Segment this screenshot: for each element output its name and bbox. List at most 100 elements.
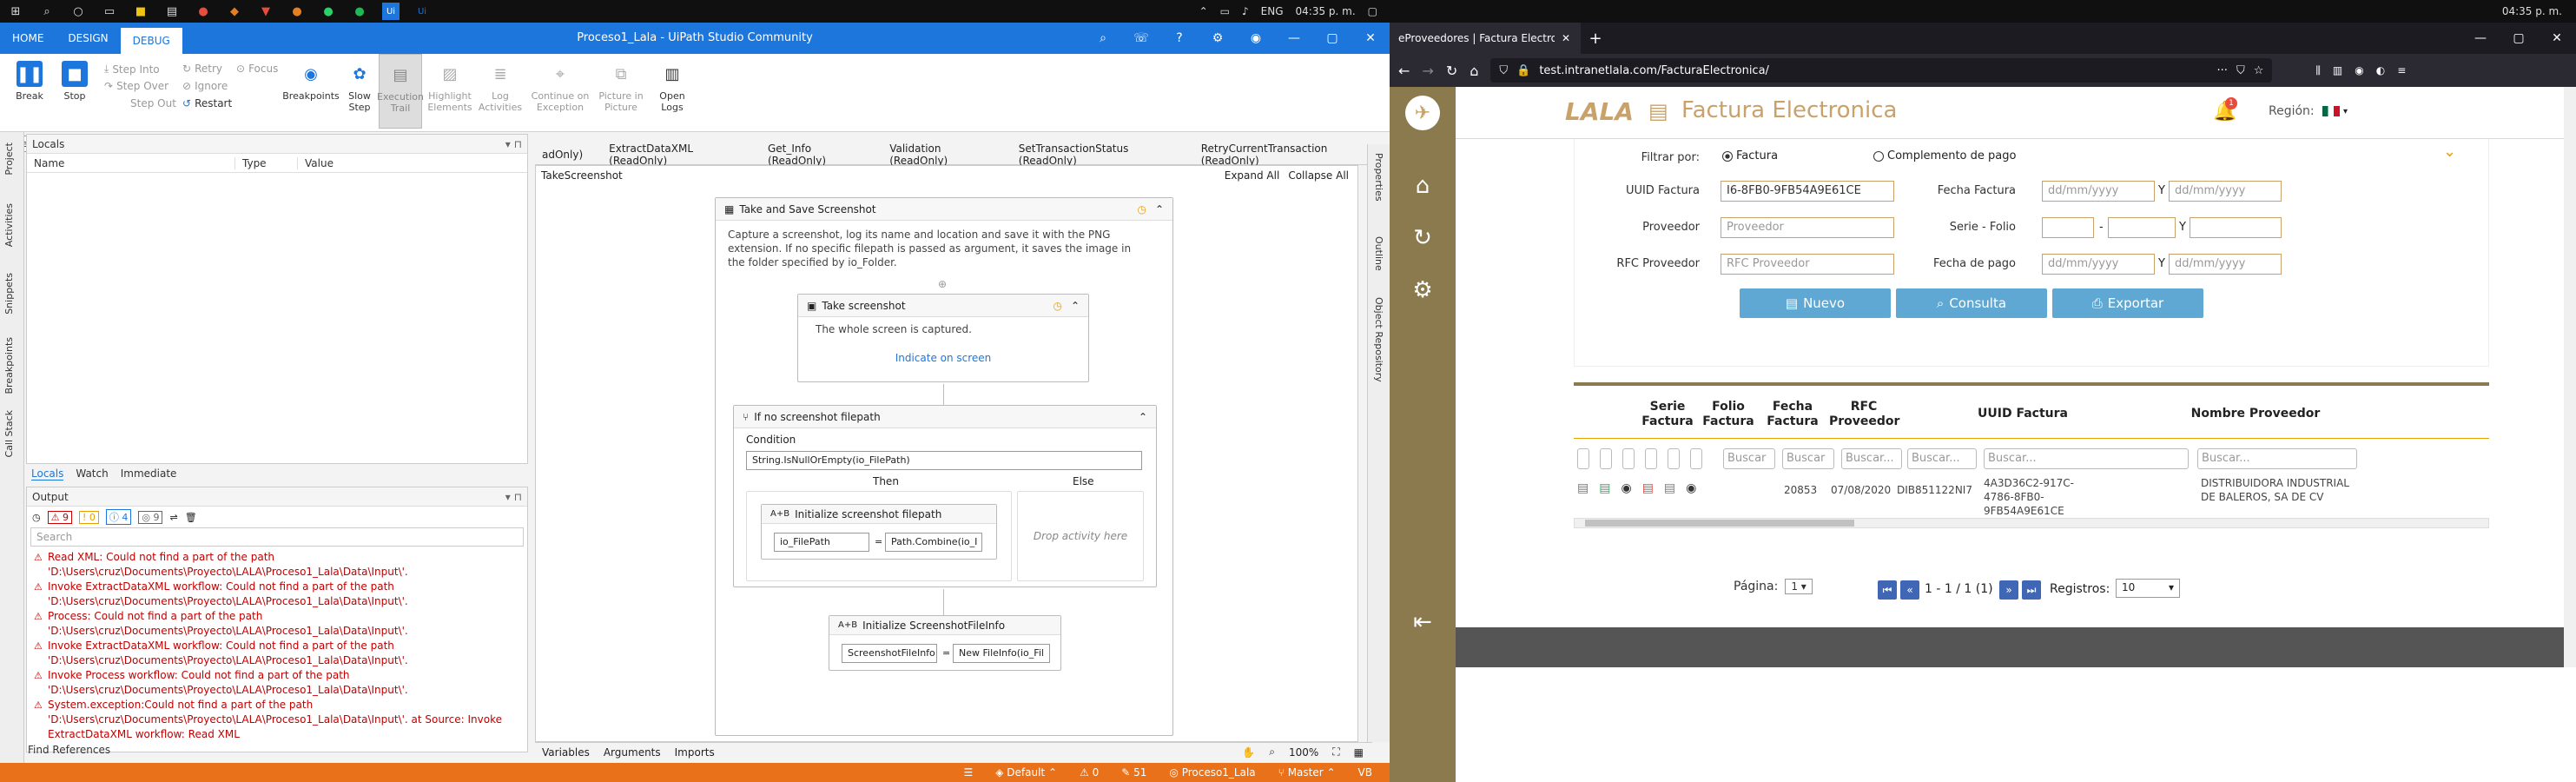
warning-filter[interactable]: ! 0 [78,510,99,524]
th-fecha[interactable]: Fecha Factura [1765,400,1820,429]
slow-step-button[interactable]: ✿ Slow Step [340,54,379,129]
folio-to-input[interactable] [2190,217,2282,238]
assign-activity[interactable]: A+B Initialize screenshot filepath io_Fil… [761,504,997,560]
fecha-pago-from[interactable]: dd/mm/yyyy [2042,254,2155,275]
picture-in-picture-button[interactable]: ⧉ Picture in Picture [594,54,648,129]
filter-box[interactable] [1645,448,1657,469]
page-actions-icon[interactable]: ··· [2217,64,2228,77]
first-page-button[interactable]: ⏮ [1878,580,1897,600]
take-screenshot-activity[interactable]: ▣ Take screenshot ◷ ⌃ The whole screen is c… [797,294,1089,382]
doc-tab[interactable]: adOnly) [542,149,583,161]
reload-icon[interactable]: ↻ [1446,63,1457,79]
filter-nombre-input[interactable]: Buscar... [2197,448,2357,469]
add-activity-icon[interactable]: ⊕ [938,278,947,290]
radio-factura[interactable]: Factura [1722,149,1778,162]
th-uuid[interactable]: UUID Factura [1958,407,2088,421]
pdf-icon[interactable]: ▤ [1642,481,1654,495]
doc-tab[interactable]: Validation (ReadOnly) [889,142,993,167]
maximize-icon[interactable]: ▢ [1313,23,1351,54]
output-line[interactable]: Invoke Process workflow: Could not find … [27,668,527,698]
last-page-button[interactable]: ⏭ [2022,580,2041,600]
output-line[interactable]: Process: Could not find a part of the pa… [27,609,527,639]
output-line[interactable]: System.exception:Could not find a part o… [27,698,527,742]
project-indicator[interactable]: ◎ Proceso1_Lala [1169,766,1255,779]
imports-tab[interactable]: Imports [675,746,715,759]
page-select[interactable]: 1 ▾ [1785,579,1813,594]
next-page-button[interactable]: » [1999,580,2018,600]
else-drop-zone[interactable]: Drop activity here [1017,491,1144,581]
app-icon[interactable]: ◆ [226,3,243,20]
tab-home[interactable]: HOME [0,23,56,54]
overview-icon[interactable]: ▦ [1354,746,1364,759]
extension-icon[interactable]: ◐ [2376,64,2385,76]
object-repository-tab[interactable]: Object Repository [1373,297,1384,382]
tab-watch[interactable]: Watch [76,467,108,480]
snippets-tab[interactable]: Snippets [3,273,15,315]
menu-icon[interactable]: ≡ [2397,64,2406,76]
language-indicator[interactable]: ENG [1261,5,1284,17]
sync-icon[interactable]: ↻ [1405,221,1440,255]
filter-serie-input[interactable]: Buscar [1723,448,1775,469]
error-filter[interactable]: ⚠ 9 [47,510,72,524]
consulta-button[interactable]: ⌕ Consulta [1896,288,2047,318]
nuevo-button[interactable]: ▤ Nuevo [1740,288,1891,318]
output-line[interactable]: Invoke ExtractDataXML workflow: Could no… [27,580,527,609]
minimize-icon[interactable]: — [2461,23,2500,54]
volume-icon[interactable]: ♪ [1242,5,1249,17]
properties-tab[interactable]: Properties [1373,153,1384,202]
filter-box[interactable] [1600,448,1612,469]
fit-icon[interactable]: ⛶ [1332,746,1339,759]
notification-icon[interactable]: ☰ [963,766,973,779]
open-logs-button[interactable]: ▥ Open Logs [653,54,691,129]
doc-tab[interactable]: ExtractDataXML (ReadOnly) [609,142,742,167]
step-out-button[interactable]: Step Out [130,97,176,109]
step-into-button[interactable]: ⤓ Step Into [104,63,160,76]
minimize-icon[interactable]: — [1275,23,1313,54]
changes-indicator[interactable]: ✎ 51 [1121,766,1146,779]
serie-input[interactable] [2042,217,2094,238]
address-bar[interactable]: ⛉ 🔒 test.intranetlala.com/FacturaElectro… [1490,58,2273,83]
scrollbar-thumb[interactable] [1585,520,1854,527]
assign-fileinfo-activity[interactable]: A+B Initialize ScreenshotFileInfo Screens… [829,615,1061,671]
restart-button[interactable]: ↺ Restart [182,97,232,109]
output-line[interactable]: Read XML: Could not find a part of the p… [27,550,527,580]
spotify-icon[interactable]: ● [351,3,368,20]
expand-tray-icon[interactable]: ⌃ [1199,5,1208,17]
whatsapp-icon[interactable]: ● [320,3,337,20]
expand-all-button[interactable]: Expand All [1225,169,1280,182]
page-scrollbar[interactable] [2564,87,2576,667]
store-icon[interactable]: ⌂ [1405,169,1440,203]
variables-tab[interactable]: Variables [542,746,590,759]
assign-to-input[interactable]: io_FilePath [774,533,869,552]
help-icon[interactable]: ? [1160,23,1199,54]
doc-tab[interactable]: SetTransactionStatus (ReadOnly) [1019,142,1175,167]
col-name[interactable]: Name [27,156,235,169]
branch-indicator[interactable]: ⑂ Master ⌃ [1278,766,1336,779]
uipath-assistant-icon[interactable]: Ui [413,3,431,20]
tab-immediate[interactable]: Immediate [121,467,177,480]
th-rfc[interactable]: RFC Proveedor [1829,400,1899,429]
browser-tab-active[interactable]: eProveedores | Factura Electron ✕ [1390,23,1581,54]
focus-button[interactable]: ⊙ Focus [236,63,278,75]
highlight-elements-button[interactable]: ▨ Highlight Elements [426,54,474,129]
view-icon[interactable]: ◉ [1686,481,1696,495]
breadcrumb[interactable]: TakeScreenshot [541,169,623,182]
assign2-value-input[interactable]: New FileInfo(io_Fil [953,644,1050,663]
condition-input[interactable]: String.IsNullOrEmpty(io_FilePath) [746,451,1142,470]
chrome-icon[interactable]: ● [195,3,212,20]
filter-fecha-input[interactable]: Buscar... [1841,448,1902,469]
xml-icon[interactable]: ▤ [1664,481,1675,495]
clock[interactable]: 04:35 p. m. [1296,5,1356,17]
info-filter[interactable]: ⓘ 4 [105,509,132,525]
tab-close-icon[interactable]: ✕ [1562,32,1570,44]
collapse-icon[interactable]: ⌃ [1139,411,1147,423]
ignore-button[interactable]: ⊘ Ignore [182,80,228,92]
filter-folio-input[interactable]: Buscar [1782,448,1834,469]
feedback-icon[interactable]: ☏ [1122,23,1160,54]
tab-design[interactable]: DESIGN [56,23,120,54]
th-nombre[interactable]: Nombre Proveedor [2182,407,2329,421]
chevron-down-icon[interactable]: ⌄ [2443,142,2456,161]
settings-icon[interactable]: ⚙ [1405,273,1440,308]
forward-icon[interactable]: → [1422,63,1433,79]
filter-uuid-input[interactable]: Buscar... [1984,448,2189,469]
